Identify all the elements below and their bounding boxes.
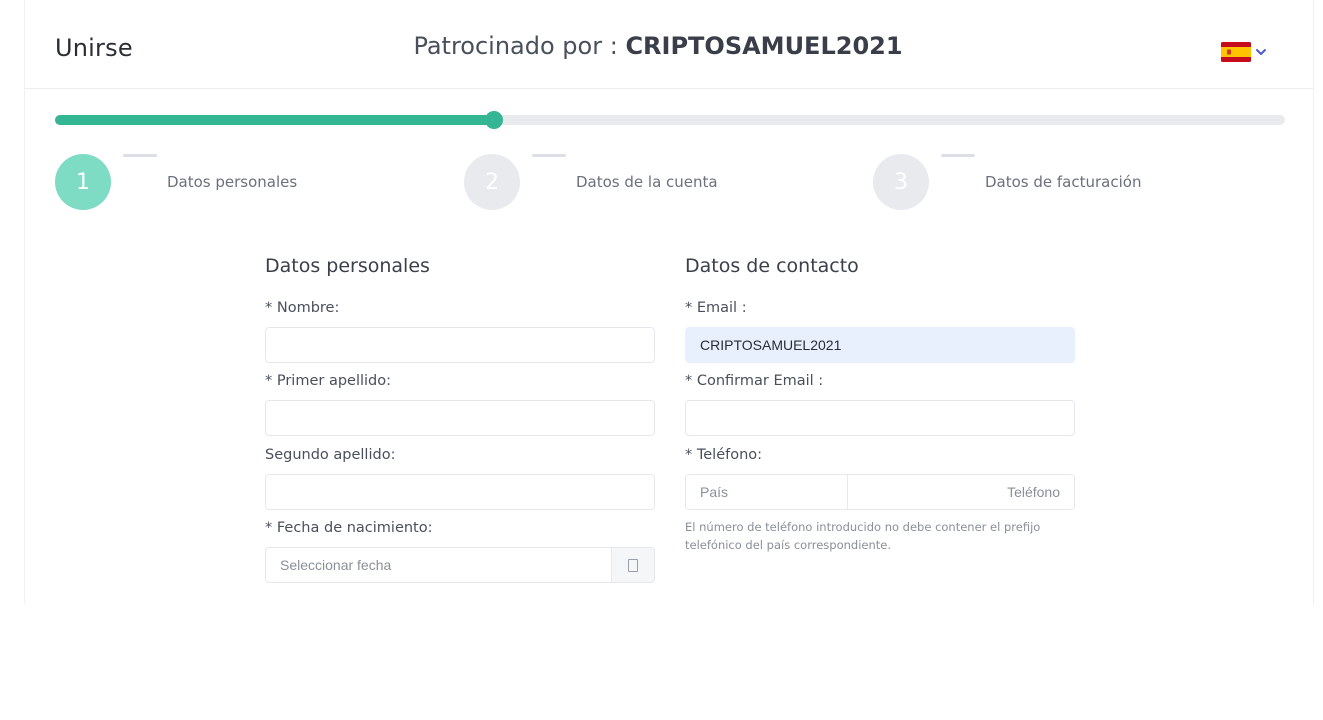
sponsor-line: Patrocinado por : CRIPTOSAMUEL2021	[25, 32, 1313, 60]
first-surname-label: * Primer apellido:	[265, 373, 392, 389]
header: Unirse Patrocinado por : CRIPTOSAMUEL202…	[25, 0, 1313, 89]
join-card: Unirse Patrocinado por : CRIPTOSAMUEL202…	[24, 0, 1314, 604]
progress-bar	[55, 111, 1285, 129]
step-label: Datos de la cuenta	[576, 173, 718, 191]
step-label: Datos de facturación	[985, 173, 1142, 191]
first-name-input[interactable]	[265, 327, 655, 363]
country-select[interactable]	[685, 474, 848, 510]
calendar-icon	[628, 558, 638, 572]
progress-fill	[55, 115, 495, 125]
second-surname-input[interactable]	[265, 474, 655, 510]
step-dash	[941, 154, 975, 157]
chevron-down-icon	[1256, 49, 1266, 55]
step-dash	[123, 154, 157, 157]
phone-hint: El número de teléfono introducido no deb…	[685, 520, 1041, 552]
phone-label: * Teléfono:	[685, 447, 763, 463]
birthdate-input[interactable]	[265, 547, 612, 583]
confirm-email-label: * Confirmar Email :	[685, 373, 824, 389]
phone-input[interactable]	[847, 474, 1075, 510]
date-picker-button[interactable]	[611, 547, 655, 583]
step-label: Datos personales	[167, 173, 298, 191]
first-surname-input[interactable]	[265, 400, 655, 436]
language-selector[interactable]	[1221, 42, 1267, 62]
spain-flag-icon	[1221, 42, 1251, 62]
sponsor-name: CRIPTOSAMUEL2021	[625, 32, 903, 60]
step-number: 2	[464, 154, 520, 210]
email-input[interactable]	[685, 327, 1075, 363]
first-name-label: * Nombre:	[265, 300, 340, 316]
birthdate-label: * Fecha de nacimiento:	[265, 520, 433, 536]
confirm-email-input[interactable]	[685, 400, 1075, 436]
step-number: 3	[873, 154, 929, 210]
step-dash	[532, 154, 566, 157]
sponsor-prefix: Patrocinado por :	[413, 32, 626, 60]
personal-section-title: Datos personales	[265, 255, 430, 277]
step-number: 1	[55, 154, 111, 210]
second-surname-label: Segundo apellido:	[265, 447, 396, 463]
contact-section-title: Datos de contacto	[685, 255, 859, 277]
progress-knob	[485, 111, 504, 129]
email-label: * Email :	[685, 300, 747, 316]
